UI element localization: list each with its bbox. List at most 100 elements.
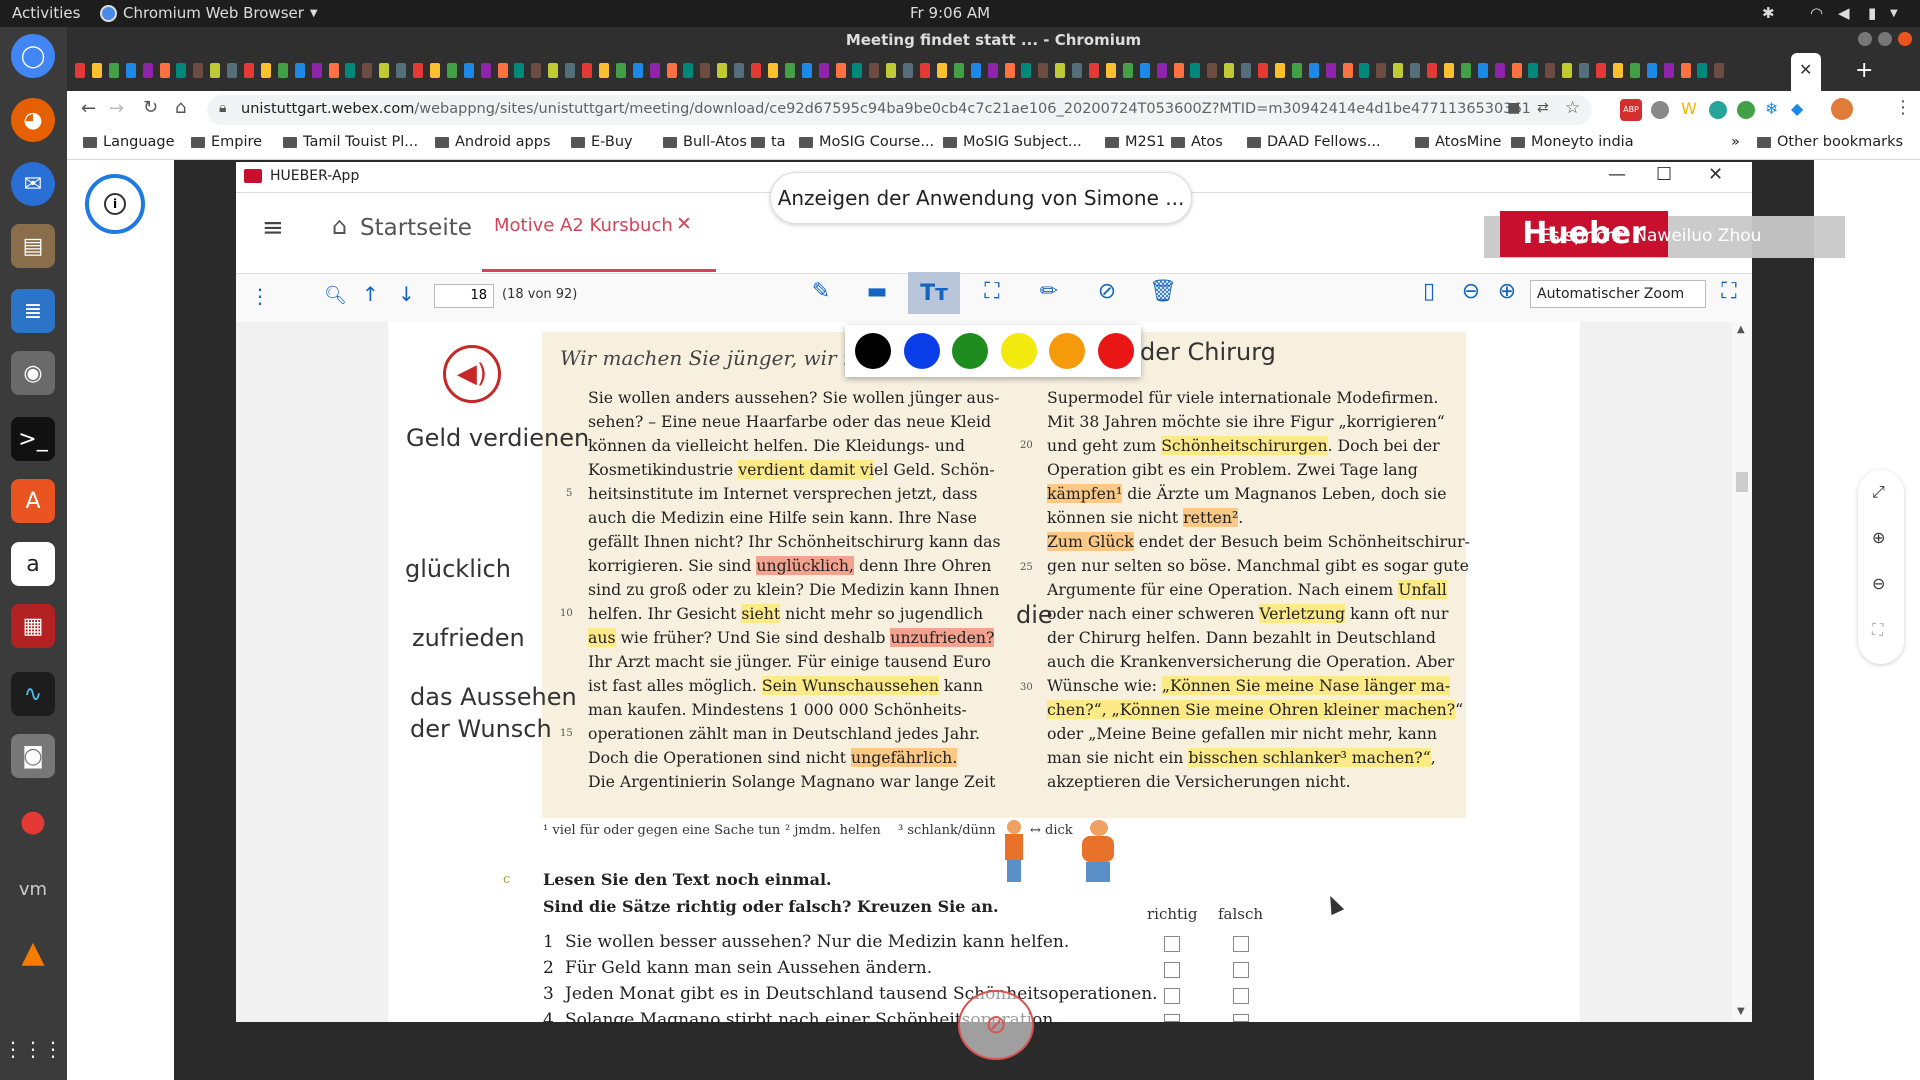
tab-favicon[interactable] (1460, 63, 1471, 78)
writer-icon[interactable]: ≣ (11, 289, 55, 333)
fit-view-icon[interactable]: ⛶ (1872, 620, 1883, 640)
tab-favicon[interactable] (1190, 63, 1201, 78)
vmware-icon[interactable]: vm (11, 867, 55, 911)
answer-checkbox[interactable] (1164, 936, 1180, 952)
system-monitor-icon[interactable]: ∿ (11, 672, 55, 716)
sidebar-toggle-icon[interactable]: ▯ (1414, 276, 1444, 306)
amazon-icon[interactable]: a (11, 542, 55, 586)
tab-favicon[interactable] (142, 63, 153, 78)
close-window-icon[interactable] (1898, 32, 1912, 46)
thunderbird-icon[interactable]: ✉ (11, 162, 55, 206)
app-close-icon[interactable]: ✕ (1708, 164, 1723, 185)
bookmark-item[interactable]: M2S1 (1105, 134, 1165, 150)
tab-favicon[interactable] (277, 63, 288, 78)
tab-favicon[interactable] (362, 63, 373, 78)
tab-favicon[interactable] (1038, 63, 1049, 78)
vlc-icon[interactable]: ▲ (11, 930, 55, 974)
tab-favicon[interactable] (1612, 63, 1623, 78)
extension-icon[interactable]: ◆ (1791, 99, 1803, 118)
tab-favicon[interactable] (75, 63, 85, 78)
previous-page-icon[interactable]: ↑ (362, 282, 379, 306)
tab-favicon[interactable] (1021, 63, 1032, 78)
reload-icon[interactable]: ↻ (143, 97, 158, 118)
answer-checkbox[interactable] (1233, 988, 1249, 1004)
address-bar[interactable]: 🔒︎ unistuttgart.webex.com/webappng/sites… (207, 95, 1592, 125)
home-icon[interactable]: ⌂ (175, 97, 186, 118)
chromium-dock-icon[interactable]: ◯ (11, 34, 55, 78)
tab-favicon[interactable] (1139, 63, 1150, 78)
new-tab-icon[interactable]: + (1855, 58, 1873, 83)
color-swatch[interactable] (1049, 333, 1085, 369)
other-bookmarks-button[interactable]: Other bookmarks (1757, 134, 1903, 150)
zoom-in-view-icon[interactable]: ⊕ (1872, 528, 1885, 547)
document-scrollbar[interactable]: ▲ ▼ (1732, 322, 1752, 1022)
tab-favicon[interactable] (429, 63, 440, 78)
hamburger-menu-icon[interactable]: ≡ (262, 213, 284, 243)
app-maximize-icon[interactable]: ☐ (1656, 164, 1672, 185)
zoom-in-icon[interactable]: ⊕ (1492, 276, 1522, 306)
color-swatch[interactable] (903, 333, 940, 369)
tab-favicon[interactable] (903, 63, 914, 78)
tab-favicon[interactable] (1393, 63, 1404, 78)
highlighter-icon[interactable]: ✎ (806, 276, 836, 306)
profile-avatar[interactable] (1831, 98, 1853, 120)
tab-favicon[interactable] (1663, 63, 1674, 78)
tab-close-icon[interactable]: ✕ (1799, 60, 1812, 79)
tab-favicon[interactable] (531, 63, 542, 78)
answer-checkbox[interactable] (1164, 962, 1180, 978)
tab-favicon[interactable] (632, 63, 643, 78)
bookmark-item[interactable]: Atos (1171, 134, 1223, 150)
tab-favicon[interactable] (582, 63, 592, 78)
tab-favicon[interactable] (936, 63, 947, 78)
tab-favicon[interactable] (497, 63, 508, 78)
tab-favicon[interactable] (1291, 63, 1302, 78)
tab-favicon[interactable] (734, 63, 745, 78)
pen-icon[interactable]: ✏ (1034, 276, 1064, 306)
tab-favicon[interactable] (1072, 63, 1083, 78)
bookmark-item[interactable]: DAAD Fellows... (1247, 134, 1381, 150)
tab-favicon[interactable] (1511, 63, 1522, 78)
tab-favicon[interactable] (649, 63, 660, 78)
extension-icon[interactable] (1651, 101, 1669, 119)
tab-favicon[interactable] (328, 63, 339, 78)
tab-favicon[interactable] (869, 63, 880, 78)
tab-favicon[interactable] (700, 63, 711, 78)
answer-checkbox[interactable] (1164, 1014, 1180, 1022)
tab-favicon[interactable] (1224, 63, 1235, 78)
tab-favicon[interactable] (1156, 63, 1167, 78)
bookmark-item[interactable]: MoSIG Course... (799, 134, 934, 150)
tab-favicon[interactable] (1646, 63, 1657, 78)
muted-microphone-icon[interactable]: ⊘ (958, 990, 1034, 1060)
software-center-icon[interactable]: A (11, 479, 55, 523)
bookmark-item[interactable]: Language (83, 134, 175, 150)
tab-favicon[interactable] (717, 63, 728, 78)
color-swatch[interactable] (1000, 333, 1037, 369)
answer-checkbox[interactable] (1233, 1014, 1249, 1022)
tab-favicon[interactable] (953, 63, 964, 78)
more-bookmarks-button[interactable]: » (1731, 134, 1740, 150)
tab-favicon[interactable] (125, 63, 136, 78)
page-number-input[interactable]: 18 (434, 284, 494, 308)
battery-icon[interactable]: ▮ (1868, 4, 1876, 22)
tab-favicon[interactable] (886, 63, 897, 78)
tab-favicon[interactable] (1089, 63, 1099, 78)
forward-icon[interactable]: → (109, 98, 124, 119)
home-nav-icon[interactable]: ⌂ (332, 212, 347, 240)
comment-icon[interactable]: ▬ (862, 276, 892, 306)
tab-favicon[interactable] (835, 63, 846, 78)
color-swatch[interactable] (855, 333, 891, 369)
bookmark-item[interactable]: AtosMine (1415, 134, 1501, 150)
home-link[interactable]: Startseite (360, 215, 472, 241)
tab-favicon[interactable] (227, 63, 238, 78)
speaker-app-icon[interactable]: ◉ (11, 351, 55, 395)
adblock-icon[interactable]: ABP (1620, 99, 1642, 121)
text-box-icon[interactable]: ⛶ (977, 276, 1007, 306)
zoom-select[interactable]: Automatischer Zoom (1530, 280, 1706, 308)
tab-favicon[interactable] (1680, 63, 1691, 78)
clock[interactable]: Fr 9:06 AM (910, 4, 990, 22)
bookmark-item[interactable]: E-Buy (571, 134, 633, 150)
tab-favicon[interactable] (1528, 63, 1539, 78)
tab-favicon[interactable] (463, 63, 474, 78)
tab-favicon[interactable] (413, 63, 423, 78)
bookmark-item[interactable]: Empire (191, 134, 262, 150)
